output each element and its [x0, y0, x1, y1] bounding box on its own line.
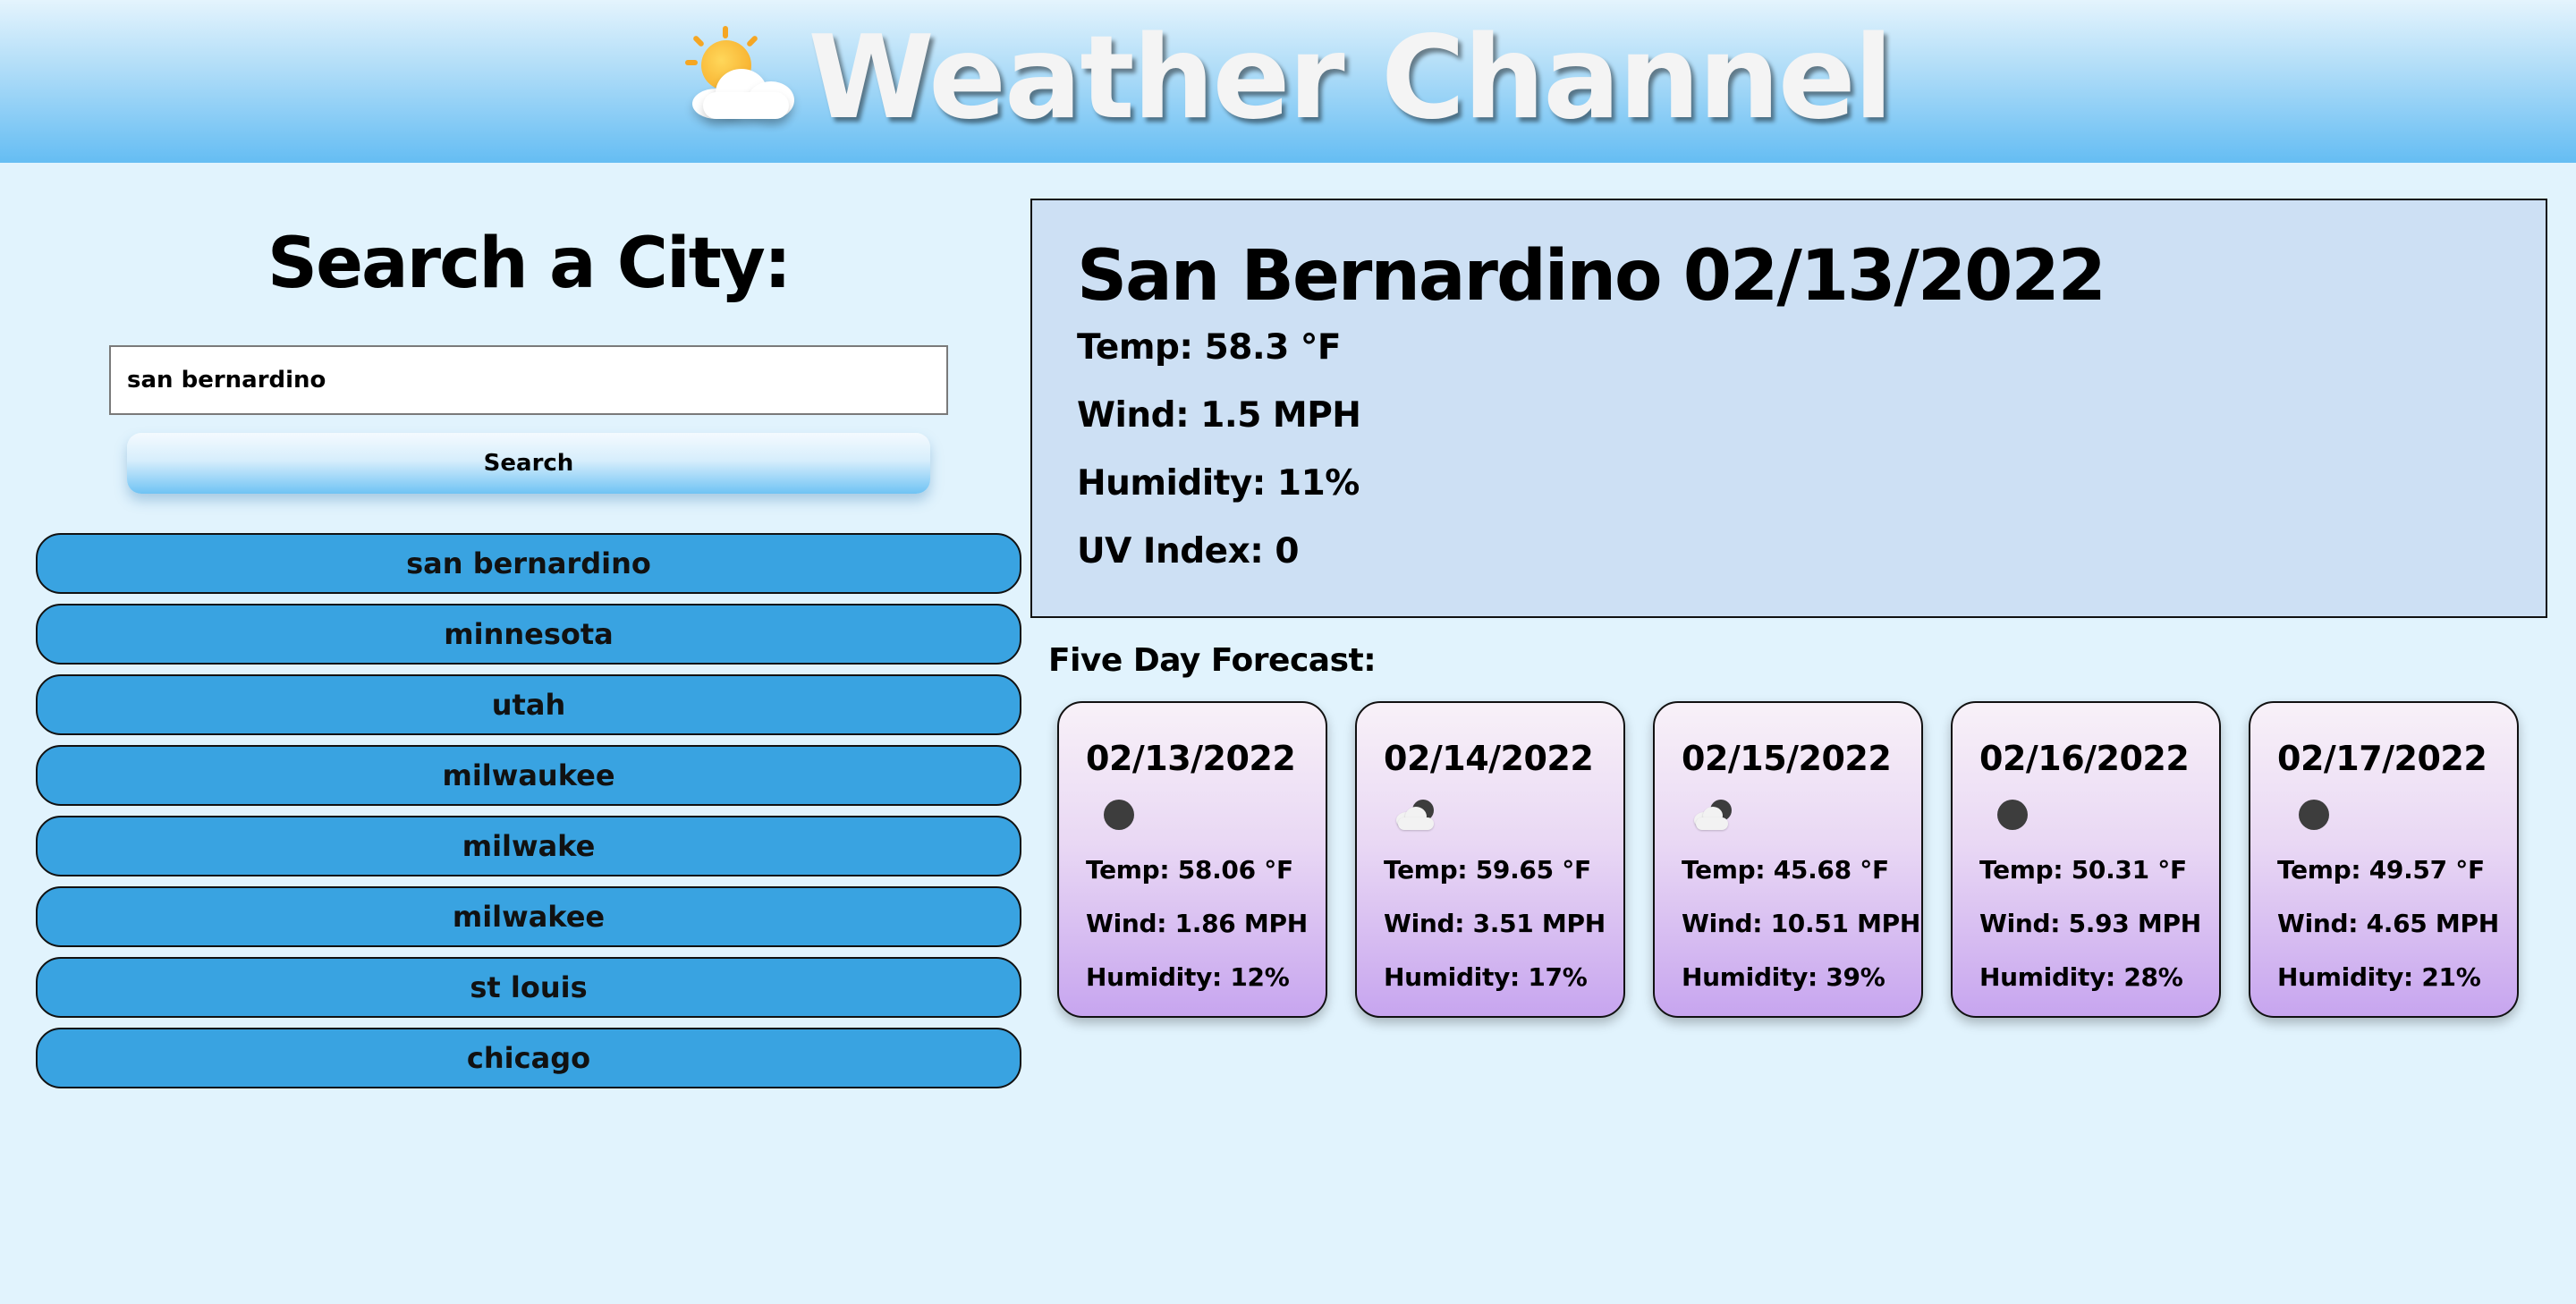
- forecast-wind: Wind: 4.65 MPH: [2277, 909, 2499, 938]
- current-weather-card: San Bernardino 02/13/2022 Temp: 58.3 °F …: [1030, 199, 2547, 618]
- forecast-wind: Wind: 3.51 MPH: [1384, 909, 1606, 938]
- current-uv-index: UV Index: 0: [1077, 531, 1300, 572]
- clear-night-icon: [2286, 796, 2329, 832]
- forecast-heading: Five Day Forecast:: [1048, 642, 1377, 679]
- forecast-date: 02/13/2022: [1086, 739, 1296, 778]
- forecast-humidity: Humidity: 28%: [1979, 962, 2183, 992]
- sun-behind-cloud-icon: [684, 26, 801, 128]
- header-brand: Weather Channel: [684, 12, 1894, 145]
- current-wind: Wind: 1.5 MPH: [1077, 395, 1361, 436]
- app-header: Weather Channel: [0, 0, 2576, 163]
- forecast-temp: Temp: 50.31 °F: [1979, 855, 2187, 885]
- forecast-temp: Temp: 49.57 °F: [2277, 855, 2485, 885]
- forecast-humidity: Humidity: 39%: [1682, 962, 1885, 992]
- forecast-card: 02/15/2022 Temp: 45.68 °F Wind: 10.51 MP…: [1653, 701, 1923, 1018]
- forecast-wind: Wind: 10.51 MPH: [1682, 909, 1921, 938]
- forecast-temp: Temp: 58.06 °F: [1086, 855, 1293, 885]
- current-city-date: San Bernardino 02/13/2022: [1077, 236, 2106, 317]
- forecast-date: 02/14/2022: [1384, 739, 1594, 778]
- forecast-card: 02/16/2022 Temp: 50.31 °F Wind: 5.93 MPH…: [1951, 701, 2221, 1018]
- forecast-date: 02/16/2022: [1979, 739, 2190, 778]
- city-search-input[interactable]: [109, 345, 948, 415]
- current-temp: Temp: 58.3 °F: [1077, 327, 1342, 368]
- history-item-minnesota[interactable]: minnesota: [36, 604, 1021, 665]
- forecast-wind: Wind: 5.93 MPH: [1979, 909, 2201, 938]
- history-item-milwakee[interactable]: milwakee: [36, 886, 1021, 947]
- history-item-st-louis[interactable]: st louis: [36, 957, 1021, 1018]
- history-item-chicago[interactable]: chicago: [36, 1028, 1021, 1088]
- history-item-milwaukee[interactable]: milwaukee: [36, 745, 1021, 806]
- forecast-humidity: Humidity: 21%: [2277, 962, 2481, 992]
- forecast-humidity: Humidity: 12%: [1086, 962, 1290, 992]
- history-item-utah[interactable]: utah: [36, 674, 1021, 735]
- search-heading: Search a City:: [267, 224, 792, 304]
- forecast-date: 02/17/2022: [2277, 739, 2487, 778]
- forecast-temp: Temp: 59.65 °F: [1384, 855, 1591, 885]
- forecast-card: 02/14/2022 Temp: 59.65 °F Wind: 3.51 MPH…: [1355, 701, 1625, 1018]
- partly-cloudy-night-icon: [1393, 796, 1436, 832]
- partly-cloudy-night-icon: [1690, 796, 1733, 832]
- forecast-card: 02/17/2022 Temp: 49.57 °F Wind: 4.65 MPH…: [2249, 701, 2519, 1018]
- search-history-list: san bernardino minnesota utah milwaukee …: [36, 533, 1021, 1098]
- forecast-humidity: Humidity: 17%: [1384, 962, 1588, 992]
- history-item-san-bernardino[interactable]: san bernardino: [36, 533, 1021, 594]
- forecast-wind: Wind: 1.86 MPH: [1086, 909, 1308, 938]
- forecast-date: 02/15/2022: [1682, 739, 1892, 778]
- history-item-milwake[interactable]: milwake: [36, 816, 1021, 876]
- forecast-temp: Temp: 45.68 °F: [1682, 855, 1889, 885]
- current-humidity: Humidity: 11%: [1077, 463, 1360, 504]
- app-title: Weather Channel: [808, 12, 1894, 145]
- clear-night-icon: [1095, 796, 1138, 832]
- search-button[interactable]: Search: [127, 433, 930, 494]
- clear-night-icon: [1988, 796, 2031, 832]
- forecast-card: 02/13/2022 Temp: 58.06 °F Wind: 1.86 MPH…: [1057, 701, 1327, 1018]
